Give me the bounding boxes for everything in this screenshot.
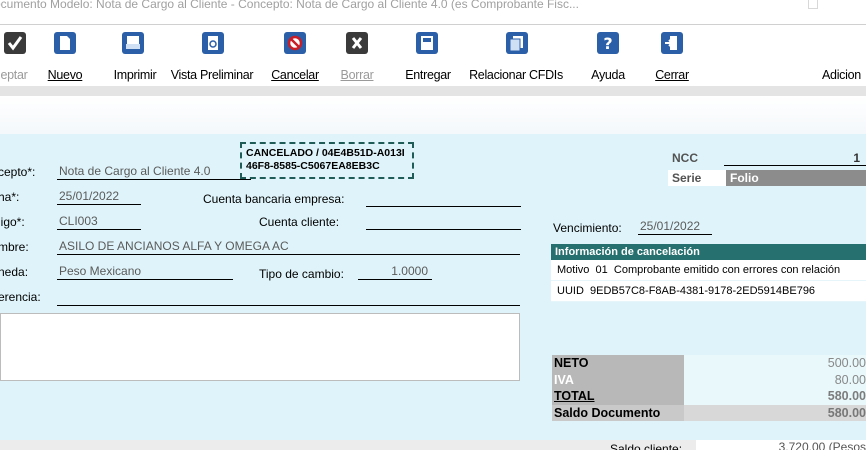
total-label: TOTAL — [552, 388, 684, 405]
toolbar: eptar Nuevo Imprimir Vista Preliminar Ca… — [0, 24, 866, 86]
new-label: Nuevo — [47, 68, 83, 82]
printer-icon — [122, 32, 144, 54]
balance-row: Saldo Documento 580.00 — [552, 404, 866, 421]
vat-row: IVA 80.00 — [552, 371, 866, 388]
new-document-icon — [54, 32, 76, 54]
header-band — [0, 96, 866, 134]
balance-label: Saldo Documento — [552, 404, 684, 421]
document-number: 1 — [853, 151, 860, 165]
cancel-button[interactable]: Cancelar — [268, 28, 322, 84]
print-button[interactable]: Imprimir — [110, 28, 160, 84]
close-button[interactable]: Cerrar — [650, 28, 694, 84]
cancellation-info-header: Información de cancelación — [551, 244, 866, 260]
client-account-label: Cuenta cliente: — [259, 215, 340, 229]
document-number-line — [724, 165, 866, 166]
client-account-field[interactable] — [366, 229, 521, 230]
accept-button[interactable]: eptar — [0, 28, 34, 84]
date-field[interactable]: 25/01/2022 — [57, 189, 141, 205]
additional-button[interactable]: Adicion — [822, 28, 866, 84]
net-row: NETO 500.00 — [552, 355, 866, 372]
additional-label: Adicion — [822, 68, 861, 82]
preview-label: Vista Preliminar — [170, 68, 254, 82]
notes-textarea[interactable] — [0, 313, 520, 381]
vat-value: 80.00 — [684, 371, 866, 388]
relate-button[interactable]: Relacionar CFDIs — [464, 28, 568, 84]
cancellation-motive-row: Motivo 01 Comprobante emitido con errore… — [551, 260, 866, 281]
window-title: ocumento Modelo: Nota de Cargo al Client… — [0, 0, 579, 11]
client-balance-label: Saldo cliente: — [610, 442, 683, 450]
cancellation-uuid-row: UUID 9EDB57C8-F8AB-4381-9178-2ED5914BE79… — [551, 281, 866, 302]
preview-icon — [202, 32, 224, 54]
delete-icon — [346, 32, 368, 54]
ncc-label: NCC — [672, 151, 698, 165]
uuid-label: UUID — [557, 285, 584, 297]
due-date-label: Vencimiento: — [553, 221, 622, 235]
preview-button[interactable]: Vista Preliminar — [166, 28, 258, 84]
bank-account-label: Cuenta bancaria empresa: — [203, 192, 345, 206]
exchange-rate-field[interactable]: 1.0000 — [358, 264, 432, 280]
reference-label: erencia: — [0, 290, 41, 304]
title-bar: ocumento Modelo: Nota de Cargo al Client… — [0, 0, 866, 14]
document-number-block: NCC 1 Serie Folio — [668, 151, 866, 187]
close-label: Cerrar — [655, 68, 689, 82]
net-label: NETO — [552, 355, 684, 372]
date-label: ha*: — [0, 190, 20, 204]
reference-field[interactable] — [57, 305, 520, 306]
svg-text:?: ? — [603, 34, 612, 53]
concept-label: cepto*: — [0, 165, 36, 179]
delete-label: Borrar — [340, 68, 374, 82]
help-label: Ayuda — [591, 68, 625, 82]
totals-panel: NETO 500.00 IVA 80.00 TOTAL 580.00 Saldo… — [552, 355, 866, 421]
toolbar-separator — [0, 86, 866, 96]
cancel-uuid-part2: 46F8-8585-C5067EA8EB3C — [246, 160, 380, 172]
client-name-field[interactable]: ASILO DE ANCIANOS ALFA Y OMEGA AC — [57, 239, 520, 255]
deliver-button[interactable]: Entregar — [400, 28, 456, 84]
uuid-value: 9EDB57C8-F8AB-4381-9178-2ED5914BE796 — [590, 285, 816, 297]
deliver-label: Entregar — [405, 68, 451, 82]
currency-select[interactable]: Peso Mexicano — [57, 264, 233, 280]
motive-code: 01 — [595, 264, 608, 276]
check-icon — [4, 32, 26, 54]
serie-label: Serie — [668, 170, 726, 186]
vat-label: IVA — [552, 371, 684, 388]
new-button[interactable]: Nuevo — [43, 28, 87, 84]
motive-text: Comprobante emitido con errores con rela… — [613, 264, 841, 276]
balance-value: 580.00 — [684, 404, 866, 421]
motive-label: Motivo — [557, 264, 590, 276]
help-icon: ? — [597, 32, 619, 54]
cancel-status: CANCELADO — [246, 147, 314, 159]
window-button[interactable] — [808, 0, 818, 9]
deliver-icon — [416, 32, 438, 54]
exit-icon — [661, 32, 683, 54]
total-row: TOTAL 580.00 — [552, 388, 866, 405]
client-code-field[interactable]: CLI003 — [57, 214, 141, 230]
cancel-stamp: CANCELADO / 04E4B51D-A013I 46F8-8585-C50… — [240, 142, 414, 179]
due-date-field[interactable]: 25/01/2022 — [638, 219, 712, 235]
currency-label: neda: — [0, 265, 29, 279]
cancel-icon — [284, 32, 306, 54]
bank-account-field[interactable] — [366, 206, 521, 207]
exchange-rate-label: Tipo de cambio: — [259, 267, 344, 281]
code-label: ligo*: — [0, 215, 25, 229]
client-balance-value: 3,720.00 (Pesos — [696, 440, 866, 450]
cancel-uuid-part1: / 04E4B51D-A013I — [313, 147, 405, 159]
help-button[interactable]: ? Ayuda — [585, 28, 631, 84]
accept-label: eptar — [0, 68, 28, 82]
folio-field[interactable]: Folio — [726, 170, 866, 186]
cancellation-info-panel: Información de cancelación Motivo 01 Com… — [551, 244, 866, 302]
name-label: mbre: — [0, 240, 29, 254]
cancel-label: Cancelar — [271, 68, 319, 82]
relate-label: Relacionar CFDIs — [469, 68, 563, 82]
net-value: 500.00 — [684, 355, 866, 372]
print-label: Imprimir — [113, 68, 157, 82]
delete-button[interactable]: Borrar — [335, 28, 379, 84]
relate-icon — [506, 32, 528, 54]
concept-field[interactable]: Nota de Cargo al Cliente 4.0 — [57, 164, 251, 180]
total-value: 580.00 — [684, 388, 866, 405]
